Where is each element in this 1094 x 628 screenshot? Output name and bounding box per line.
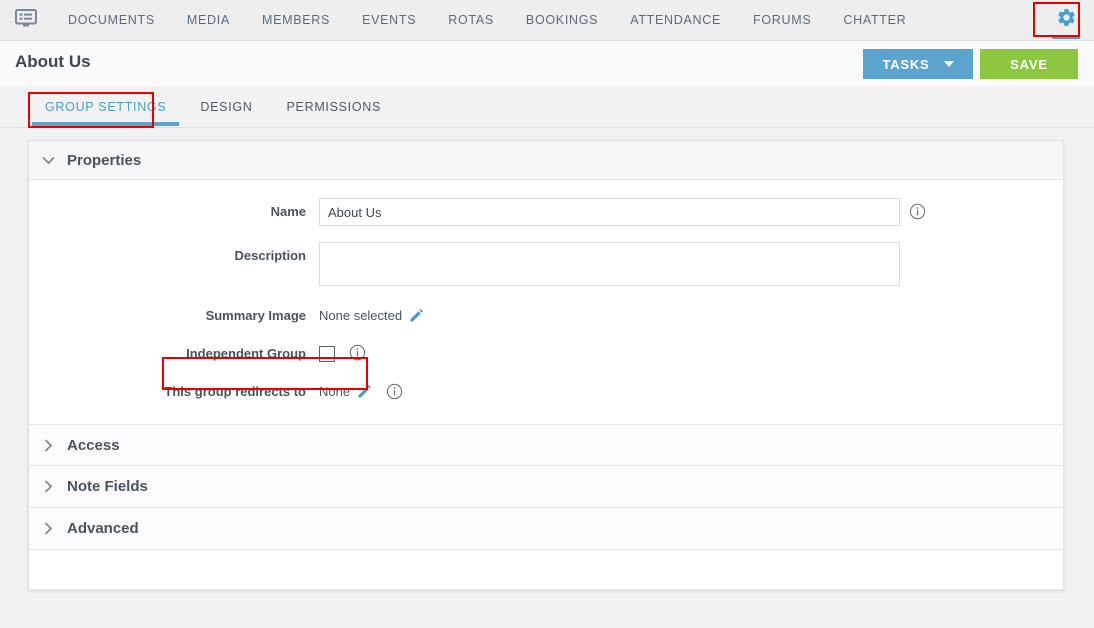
chevron-right-icon	[29, 480, 67, 493]
section-header-access[interactable]: Access	[29, 424, 1063, 466]
info-icon-independent-group[interactable]	[349, 344, 366, 366]
dashboard-icon	[15, 8, 37, 32]
nav-item-members[interactable]: MEMBERS	[246, 0, 346, 41]
nav-item-bookings[interactable]: BOOKINGS	[510, 0, 614, 41]
page-title: About Us	[15, 52, 91, 71]
redirect-value-group: None	[319, 378, 403, 406]
nav-item-events[interactable]: EVENTS	[346, 0, 432, 41]
tab-permissions[interactable]: PERMISSIONS	[270, 86, 399, 128]
field-row-summary-image: Summary Image None selected	[29, 302, 1063, 330]
settings-card: Properties Name Description Summary Imag…	[28, 140, 1064, 590]
tab-bar: GROUP SETTINGS DESIGN PERMISSIONS	[0, 86, 1094, 128]
section-title-access: Access	[67, 436, 120, 454]
top-nav-items: DOCUMENTS MEDIA MEMBERS EVENTS ROTAS BOO…	[52, 0, 922, 41]
top-navigation-bar: DOCUMENTS MEDIA MEMBERS EVENTS ROTAS BOO…	[0, 0, 1094, 41]
independent-group-checkbox[interactable]	[319, 346, 335, 362]
label-summary-image: Summary Image	[205, 308, 306, 323]
label-description: Description	[234, 248, 306, 263]
settings-gear-button[interactable]	[1038, 0, 1094, 41]
section-header-note-fields[interactable]: Note Fields	[29, 466, 1063, 508]
edit-pencil-icon-summary-image[interactable]	[409, 308, 424, 328]
label-independent-group: Independent Group	[186, 346, 306, 361]
name-input[interactable]	[319, 198, 900, 226]
nav-item-forums[interactable]: FORUMS	[737, 0, 827, 41]
chevron-down-icon	[29, 156, 67, 165]
save-button[interactable]: SAVE	[980, 49, 1078, 79]
chevron-down-icon	[943, 61, 954, 67]
nav-item-documents[interactable]: DOCUMENTS	[52, 0, 171, 41]
chevron-right-icon	[29, 522, 67, 535]
section-body-properties: Name Description Summary Image None sele…	[29, 180, 1063, 424]
gear-active-indicator	[1052, 34, 1080, 39]
section-header-advanced[interactable]: Advanced	[29, 508, 1063, 550]
section-title-note-fields: Note Fields	[67, 478, 148, 495]
tab-design[interactable]: DESIGN	[183, 86, 269, 128]
save-button-label: SAVE	[1010, 56, 1048, 72]
nav-item-chatter[interactable]: CHATTER	[827, 0, 922, 41]
description-textarea[interactable]	[319, 242, 900, 286]
info-icon-name[interactable]	[909, 203, 926, 225]
nav-item-media[interactable]: MEDIA	[171, 0, 246, 41]
info-icon-redirect[interactable]	[386, 383, 403, 405]
redirect-value: None	[319, 384, 351, 399]
nav-item-rotas[interactable]: ROTAS	[432, 0, 510, 41]
field-row-independent-group: Independent Group	[29, 340, 1063, 368]
chevron-right-icon	[29, 438, 67, 452]
field-row-name: Name	[29, 198, 1063, 226]
gear-icon	[1056, 7, 1077, 33]
nav-item-attendance[interactable]: ATTENDANCE	[614, 0, 737, 41]
tab-list: GROUP SETTINGS DESIGN PERMISSIONS	[28, 86, 398, 128]
tab-group-settings[interactable]: GROUP SETTINGS	[28, 86, 183, 128]
tasks-button[interactable]: TASKS	[863, 49, 973, 79]
field-row-redirect: This group redirects to None	[29, 378, 1063, 406]
page-header-bar: About Us TASKS SAVE	[0, 41, 1094, 86]
dashboard-home-button[interactable]	[0, 0, 52, 41]
section-title-advanced: Advanced	[67, 520, 139, 537]
independent-group-control-group	[319, 340, 366, 366]
section-title-properties: Properties	[67, 151, 142, 169]
summary-image-value-group: None selected	[319, 302, 424, 330]
field-row-description: Description	[29, 242, 1063, 286]
section-header-properties[interactable]: Properties	[29, 141, 1063, 180]
label-redirect: This group redirects to	[164, 384, 306, 399]
label-name: Name	[270, 204, 306, 219]
edit-pencil-icon-redirect[interactable]	[357, 384, 372, 404]
tasks-button-label: TASKS	[882, 56, 930, 72]
summary-image-value: None selected	[319, 308, 403, 323]
